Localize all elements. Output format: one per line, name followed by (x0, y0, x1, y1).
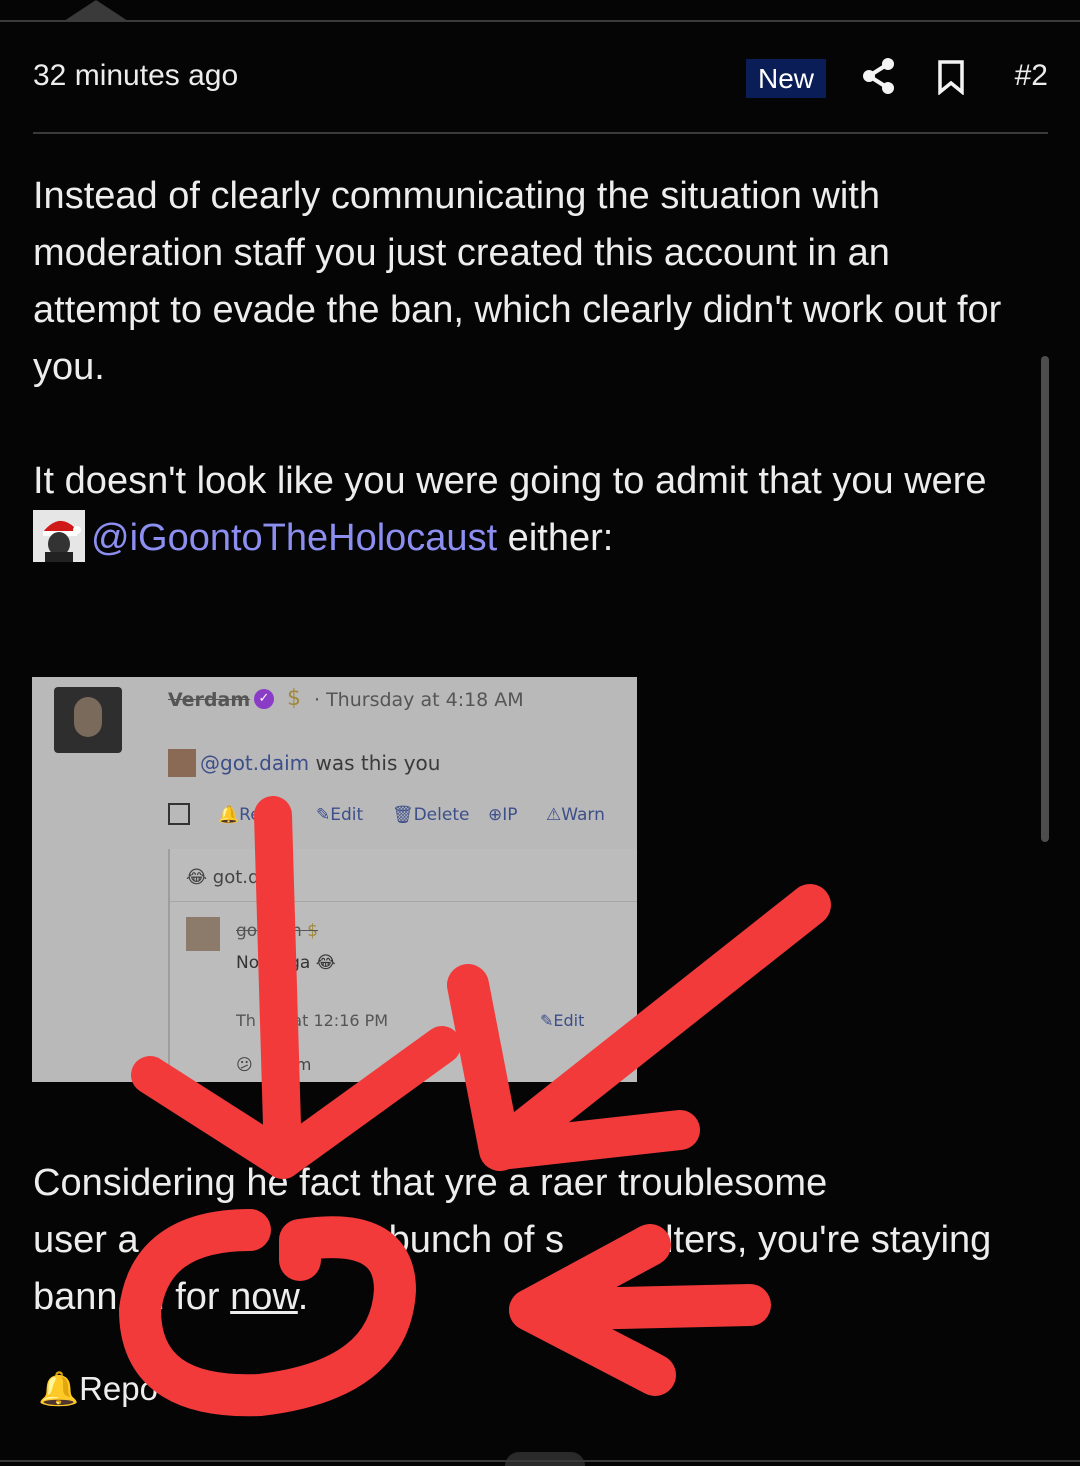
avatar (54, 687, 122, 753)
post-number[interactable]: #2 (1015, 59, 1048, 93)
bell-icon: 🔔 (38, 1370, 80, 1407)
post-time: 32 minutes ago (33, 59, 239, 92)
report-label: Repo (79, 1370, 158, 1407)
quote-edit: ✎Edit (540, 1011, 585, 1030)
verified-icon: ✓ (254, 689, 274, 709)
paragraph-2-prefix: It doesn't look like you were going to a… (33, 460, 987, 502)
screenshot-message: @got.daim was this you (200, 751, 440, 775)
quote-footer: 😕 dam (236, 1055, 312, 1074)
bottom-bump (505, 1452, 585, 1466)
scrollbar[interactable] (1041, 356, 1049, 842)
new-badge: New (746, 59, 827, 98)
mention-avatar (168, 749, 196, 777)
edit-action: ✎Edit (316, 805, 364, 825)
screenshot-username: Verdam (168, 689, 251, 711)
dollar-icon: $ (287, 686, 301, 711)
report-button[interactable]: 🔔Repo (38, 1370, 158, 1409)
avatar (33, 510, 85, 562)
meta-divider (33, 132, 1048, 134)
bottom-divider (0, 1460, 1080, 1462)
paragraph-2: It doesn't look like you were going to a… (33, 453, 1043, 567)
ip-action: ⊕IP (488, 805, 518, 825)
report-action: 🔔Re (218, 805, 261, 825)
mention-link[interactable]: @iGoontoTheHolocaust (91, 517, 497, 559)
top-divider (0, 20, 1080, 22)
now-link[interactable]: now (230, 1276, 298, 1318)
post-meta: 32 minutes ago New #2 (33, 55, 1048, 101)
share-icon[interactable] (862, 57, 896, 95)
screenshot-mention: @got.daim (200, 751, 310, 775)
quote-avatar (186, 917, 220, 951)
paragraph-3-line-1: Considering he fact that yre a raer trou… (33, 1162, 828, 1204)
top-notch (64, 0, 128, 21)
embedded-screenshot[interactable]: Verdam ✓ $ · Thursday at 4:18 AM @got.da… (32, 677, 637, 1082)
post-body: Instead of clearly communicating the sit… (33, 168, 1058, 567)
screenshot-timestamp: · Thursday at 4:18 AM (314, 689, 524, 711)
quote-username: go m $ (236, 921, 318, 941)
quoted-post: 😂 got.d go m $ No ga 😂 Th ay at 12:16 PM rt … (168, 849, 637, 1082)
bookmark-icon[interactable] (936, 59, 966, 95)
post-body-bottom: Considering he fact that yre a raer trou… (33, 1155, 1058, 1326)
quote-text: No ga 😂 (236, 953, 336, 973)
paragraph-2-suffix: either: (497, 517, 614, 559)
select-checkbox (168, 803, 190, 825)
paragraph-3-line-3: bann d for now. (33, 1276, 309, 1318)
screenshot-message-text: was this you (309, 751, 441, 775)
quote-time: Th ay at 12:16 PM rt (236, 1011, 487, 1030)
paragraph-1: Instead of clearly communicating the sit… (33, 175, 1002, 388)
paragraph-3-line-2: user a bunch of s alters, you're staying (33, 1219, 992, 1261)
delete-action: 🗑Delete (392, 805, 470, 825)
quote-header: 😂 got.d (186, 867, 260, 888)
warn-action: ⚠Warn (546, 805, 605, 825)
